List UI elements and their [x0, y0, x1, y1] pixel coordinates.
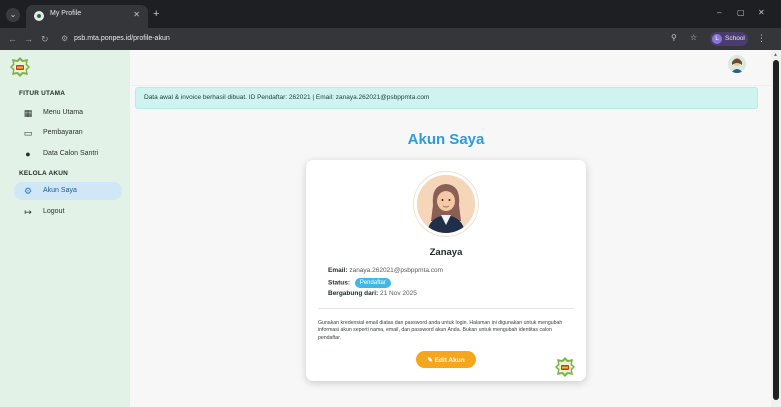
credit-card-icon: ▭: [23, 128, 33, 138]
sidebar-item-akun-saya[interactable]: ⚙ Akun Saya: [14, 182, 122, 200]
sidebar-item-pembayaran[interactable]: ▭ Pembayaran: [14, 124, 122, 142]
bookmark-star-icon[interactable]: ☆: [690, 33, 697, 42]
zoom-icon[interactable]: ⚲: [671, 33, 677, 42]
sidebar-item-data-calon-santri[interactable]: ● Data Calon Santri: [14, 145, 122, 163]
window-minimize-button[interactable]: –: [717, 8, 721, 17]
scroll-up-icon[interactable]: ▲: [773, 52, 778, 58]
alert-text: Data awal & invoice berhasil dibuat. ID …: [144, 94, 430, 101]
school-logo-badge: [554, 356, 576, 383]
sidebar-section-title: KELOLA AKUN: [19, 170, 69, 177]
logout-icon: ↦: [24, 207, 32, 217]
status-badge: Pendaftar: [354, 278, 391, 288]
sidebar-item-menu-utama[interactable]: ▦ Menu Utama: [14, 104, 122, 122]
profile-card: Zanaya Email: zanaya.262021@psbppmta.com…: [306, 160, 586, 381]
top-header: [130, 50, 781, 86]
success-alert: Data awal & invoice berhasil dibuat. ID …: [135, 87, 758, 109]
tab-search-chevron-icon[interactable]: ⌄: [6, 8, 20, 22]
user-gear-icon: ⚙: [23, 186, 33, 196]
sidebar-section-title: FITUR UTAMA: [19, 90, 66, 97]
site-info-icon[interactable]: ⚙: [61, 34, 68, 43]
profile-avatar-icon: L: [712, 34, 722, 44]
sidebar-item-label: Logout: [43, 208, 65, 215]
sidebar-item-label: Akun Saya: [43, 187, 77, 194]
new-tab-button[interactable]: +: [153, 8, 159, 20]
sidebar-item-label: Menu Utama: [43, 109, 84, 116]
browser-address-bar: ← → ↻ ⚙ psb.mta.ponpes.id/profile-akun ⚲…: [0, 28, 781, 50]
card-divider: [318, 308, 574, 309]
profile-label: School: [725, 35, 745, 42]
url-input[interactable]: ⚙ psb.mta.ponpes.id/profile-akun: [58, 31, 706, 47]
profile-status: Status: Pendaftar: [328, 278, 391, 288]
grid-icon: ▦: [23, 108, 33, 118]
email-label: Email:: [328, 267, 348, 274]
page-scrollbar[interactable]: ▲: [771, 50, 781, 407]
profile-avatar: [414, 172, 478, 236]
browser-profile-button[interactable]: L School: [710, 32, 748, 46]
favicon-icon: [34, 11, 44, 21]
scroll-thumb[interactable]: [773, 60, 779, 400]
sidebar-item-logout[interactable]: ↦ Logout: [14, 203, 122, 221]
status-label: Status:: [328, 279, 351, 287]
tab-close-icon[interactable]: ✕: [133, 10, 140, 19]
sidebar-item-label: Data Calon Santri: [43, 150, 99, 157]
user-avatar[interactable]: [728, 55, 746, 73]
edit-account-button[interactable]: ✎ Edit Akun: [416, 351, 476, 368]
reload-icon[interactable]: ↻: [41, 33, 49, 45]
browser-menu-icon[interactable]: ⋮: [757, 33, 766, 44]
window-maximize-button[interactable]: ▢: [737, 8, 745, 17]
profile-email: Email: zanaya.262021@psbppmta.com: [328, 267, 443, 274]
email-value: zanaya.262021@psbppmta.com: [349, 267, 444, 274]
sidebar-item-label: Pembayaran: [43, 129, 83, 136]
profile-joined: Bergabung dari: 21 Nov 2025: [328, 290, 417, 297]
tab-title: My Profile: [50, 10, 82, 17]
profile-description: Gunakan kredensial email diatas dan pass…: [318, 320, 563, 341]
window-close-button[interactable]: ✕: [758, 8, 765, 17]
browser-tab[interactable]: My Profile ✕: [26, 5, 148, 28]
joined-label: Bergabung dari:: [328, 290, 379, 297]
forward-arrow-icon[interactable]: →: [24, 33, 33, 45]
back-arrow-icon[interactable]: ←: [8, 33, 17, 45]
joined-value: 21 Nov 2025: [380, 290, 417, 297]
profile-name: Zanaya: [429, 247, 463, 258]
school-logo[interactable]: [9, 56, 31, 83]
user-icon: ●: [25, 149, 31, 159]
url-text: psb.mta.ponpes.id/profile-akun: [74, 35, 170, 42]
browser-tab-bar: ⌄ My Profile ✕ + – ▢ ✕: [0, 0, 781, 28]
page-title: Akun Saya: [407, 131, 485, 148]
